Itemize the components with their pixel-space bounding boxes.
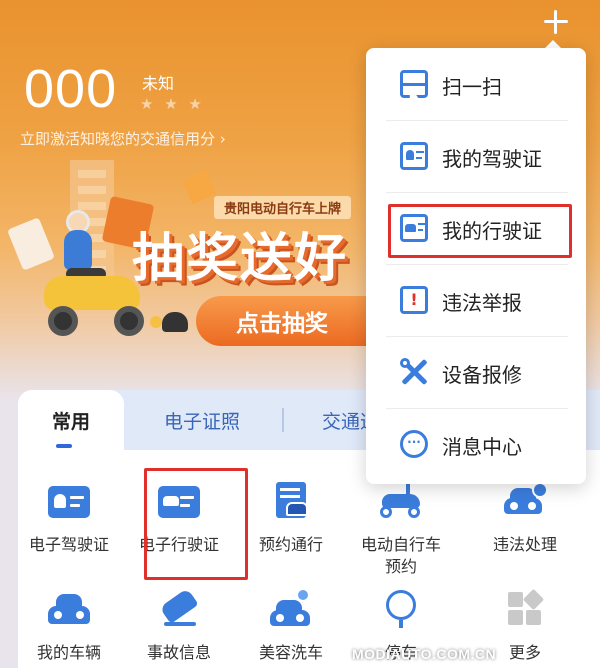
menu-item-label: 违法举报 — [442, 291, 522, 315]
parking-icon — [380, 590, 422, 630]
activate-credit-link[interactable]: 立即激活知晓您的交通信用分 › — [20, 128, 226, 149]
car-wash-icon — [270, 590, 312, 630]
service-accident-info[interactable]: 事故信息 — [124, 588, 234, 668]
flag-illustration — [181, 169, 217, 205]
tab-common[interactable]: 常用 — [18, 390, 124, 450]
menu-item-label: 我的驾驶证 — [442, 147, 542, 171]
service-label: 我的车辆 — [36, 643, 101, 662]
rider-illustration — [64, 230, 92, 270]
scooter-illustration — [44, 276, 140, 310]
car-icon — [48, 590, 90, 630]
tab-separator — [282, 408, 284, 432]
menu-item-message-center[interactable]: ··· 消息中心 — [366, 408, 586, 480]
quick-menu: 扫一扫 我的驾驶证 我的行驶证 ! 违法举报 设备报修 ··· 消息中心 — [366, 48, 586, 484]
service-violation-handling[interactable]: 违法处理 — [470, 482, 580, 582]
service-ebike-booking[interactable]: 电动自行车 预约 — [346, 482, 456, 582]
alert-icon: ! — [400, 286, 428, 314]
more-grid-icon — [504, 588, 546, 630]
scan-line-icon — [400, 83, 428, 86]
menu-item-label: 设备报修 — [442, 363, 522, 387]
menu-item-driver-license[interactable]: 我的驾驶证 — [366, 120, 586, 192]
violation-car-icon — [504, 482, 548, 522]
service-booking-pass[interactable]: 预约通行 — [236, 482, 346, 582]
plus-icon[interactable] — [538, 4, 574, 40]
service-e-driver-license[interactable]: 电子驾驶证 — [14, 482, 124, 582]
service-label: 电动自行车 预约 — [360, 535, 441, 576]
tab-active-indicator — [56, 444, 72, 448]
service-car-wash[interactable]: 美容洗车 — [236, 590, 346, 668]
highlight-box — [144, 468, 248, 580]
scooter-wheel-illustration — [48, 306, 78, 336]
service-label: 事故信息 — [146, 643, 211, 662]
service-label: 美容洗车 — [258, 643, 323, 662]
banner-headline: 抽奖送好 — [132, 229, 349, 289]
tab-e-certificates[interactable]: 电子证照 — [164, 390, 240, 450]
star-rating: ★ ★ ★ — [140, 95, 205, 113]
service-label: 电子驾驶证 — [28, 535, 109, 554]
driver-license-icon — [48, 486, 90, 518]
ticket-illustration — [6, 217, 56, 271]
ebike-icon — [380, 482, 422, 522]
scooter-wheel-illustration — [114, 306, 144, 336]
menu-item-scan[interactable]: 扫一扫 — [366, 48, 586, 120]
message-icon: ··· — [400, 430, 428, 458]
service-label: 违法处理 — [492, 535, 557, 554]
service-label: 预约通行 — [258, 535, 323, 554]
highlight-box — [388, 204, 572, 258]
menu-item-label: 扫一扫 — [442, 75, 502, 99]
credit-level: 未知 — [142, 74, 175, 93]
menu-item-label: 消息中心 — [442, 435, 522, 459]
helmet-illustration — [162, 312, 188, 332]
menu-item-device-repair[interactable]: 设备报修 — [366, 336, 586, 408]
driver-license-icon — [400, 142, 428, 170]
service-my-vehicles[interactable]: 我的车辆 — [14, 590, 124, 668]
watermark: MODIAUTO.COM.CN — [352, 646, 497, 662]
coin-illustration — [150, 316, 162, 328]
wrench-icon — [400, 358, 428, 386]
credit-score: 000 — [24, 59, 118, 119]
accident-icon — [158, 588, 200, 630]
menu-item-violation-report[interactable]: ! 违法举报 — [366, 264, 586, 336]
booking-pass-icon — [270, 482, 312, 522]
